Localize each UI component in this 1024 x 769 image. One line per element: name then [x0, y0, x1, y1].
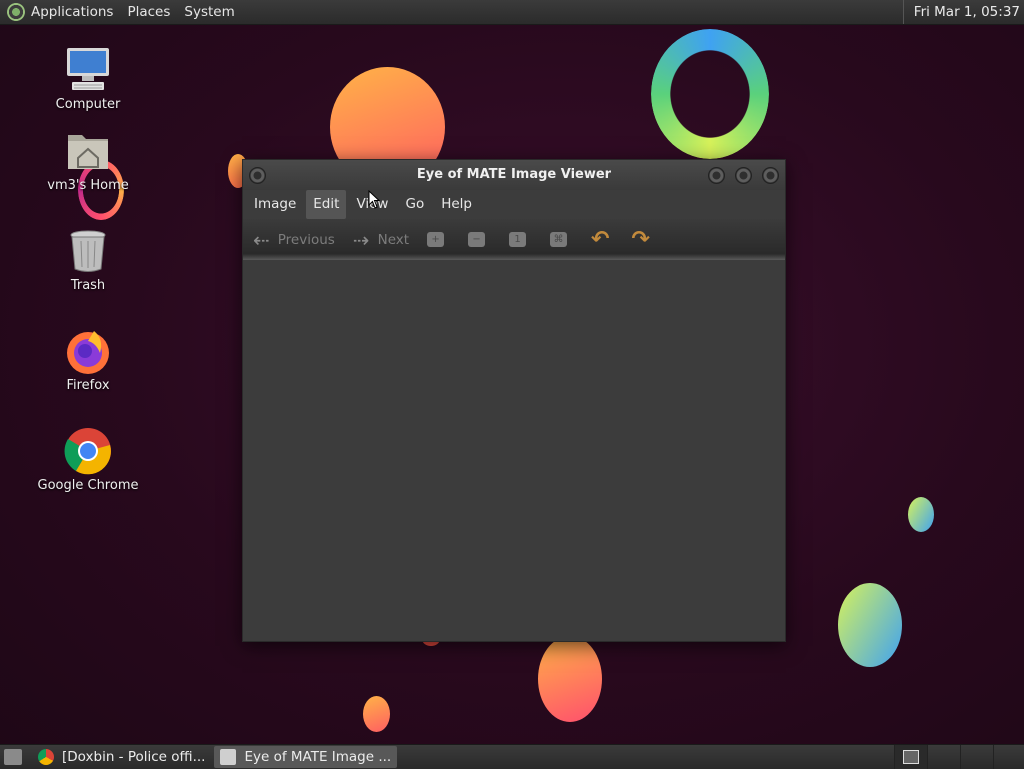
- next-button[interactable]: ⇢ Next: [353, 228, 409, 252]
- rotate-right-icon[interactable]: ↷: [631, 227, 649, 252]
- taskbar-item-image-viewer[interactable]: Eye of MATE Image ...: [214, 746, 398, 768]
- desktop-icon-firefox[interactable]: Firefox: [33, 327, 143, 393]
- desktop-icon-label: Trash: [70, 278, 106, 293]
- close-button[interactable]: [762, 167, 779, 184]
- menu-applications[interactable]: Applications: [31, 4, 113, 20]
- normal-size-icon[interactable]: 1: [509, 232, 527, 247]
- window-title: Eye of MATE Image Viewer: [416, 167, 612, 182]
- image-viewport[interactable]: [243, 261, 785, 641]
- firefox-icon: [64, 327, 112, 375]
- wallpaper-blob: [838, 583, 902, 667]
- top-panel: Applications Places System Fri Mar 1, 05…: [0, 0, 1024, 25]
- next-label: Next: [377, 231, 410, 248]
- wallpaper-blob: [908, 497, 934, 532]
- chrome-icon: [64, 427, 112, 475]
- desktop-icon-chrome[interactable]: Google Chrome: [33, 427, 143, 493]
- previous-button[interactable]: ⇠ Previous: [253, 228, 335, 252]
- menu-help[interactable]: Help: [434, 190, 479, 219]
- computer-icon: [64, 46, 112, 94]
- arrow-left-icon: ⇠: [253, 227, 270, 252]
- panel-clock[interactable]: Fri Mar 1, 05:37: [902, 0, 1020, 24]
- taskbar-item-chrome[interactable]: [Doxbin - Police offi...: [32, 746, 211, 768]
- image-viewer-window: Eye of MATE Image Viewer Image Edit View…: [242, 159, 786, 642]
- desktop-icon-home[interactable]: vm3's Home: [33, 127, 143, 193]
- wallpaper-blob: [363, 696, 390, 732]
- zoom-out-icon[interactable]: −: [468, 232, 486, 247]
- window-menubar: Image Edit View Go Help: [243, 190, 785, 219]
- desktop-icon-label: Computer: [55, 97, 121, 112]
- window-titlebar[interactable]: Eye of MATE Image Viewer: [243, 160, 785, 190]
- minimize-button[interactable]: [708, 167, 725, 184]
- maximize-button[interactable]: [735, 167, 752, 184]
- desktop-icon-trash[interactable]: Trash: [33, 227, 143, 293]
- menu-go[interactable]: Go: [398, 190, 431, 219]
- window-toolbar: ⇠ Previous ⇢ Next + − 1 ⌘ ↶ ↷: [243, 219, 785, 260]
- menu-system[interactable]: System: [184, 4, 234, 20]
- desktop-icon-computer[interactable]: Computer: [33, 46, 143, 112]
- trash-icon: [64, 227, 112, 275]
- desktop-icon-label: vm3's Home: [47, 178, 129, 193]
- workspace-2[interactable]: [927, 745, 960, 769]
- show-desktop-icon[interactable]: [4, 749, 22, 765]
- task-label: Eye of MATE Image ...: [244, 749, 392, 765]
- desktop-icon-label: Google Chrome: [37, 478, 139, 493]
- arrow-right-icon: ⇢: [352, 227, 370, 252]
- workspace-3[interactable]: [960, 745, 993, 769]
- wallpaper-blob: [538, 636, 602, 722]
- workspace-1[interactable]: [894, 745, 927, 769]
- menu-places[interactable]: Places: [127, 4, 170, 20]
- bottom-panel: [Doxbin - Police offi... Eye of MATE Ima…: [0, 744, 1024, 769]
- menu-edit[interactable]: Edit: [306, 190, 347, 219]
- zoom-in-icon[interactable]: +: [427, 232, 445, 247]
- menu-image[interactable]: Image: [247, 190, 303, 219]
- workspace-4[interactable]: [993, 745, 1024, 769]
- mate-logo-icon[interactable]: [7, 3, 25, 21]
- best-fit-icon[interactable]: ⌘: [550, 232, 568, 247]
- home-folder-icon: [64, 127, 112, 175]
- desktop-icon-label: Firefox: [66, 378, 110, 393]
- chrome-icon: [38, 749, 54, 765]
- image-viewer-icon: [220, 749, 237, 765]
- rotate-left-icon[interactable]: ↶: [591, 227, 609, 252]
- task-label: [Doxbin - Police offi...: [62, 749, 206, 765]
- previous-label: Previous: [277, 231, 335, 248]
- window-menu-button[interactable]: [249, 167, 266, 184]
- wallpaper-ring: [651, 29, 769, 159]
